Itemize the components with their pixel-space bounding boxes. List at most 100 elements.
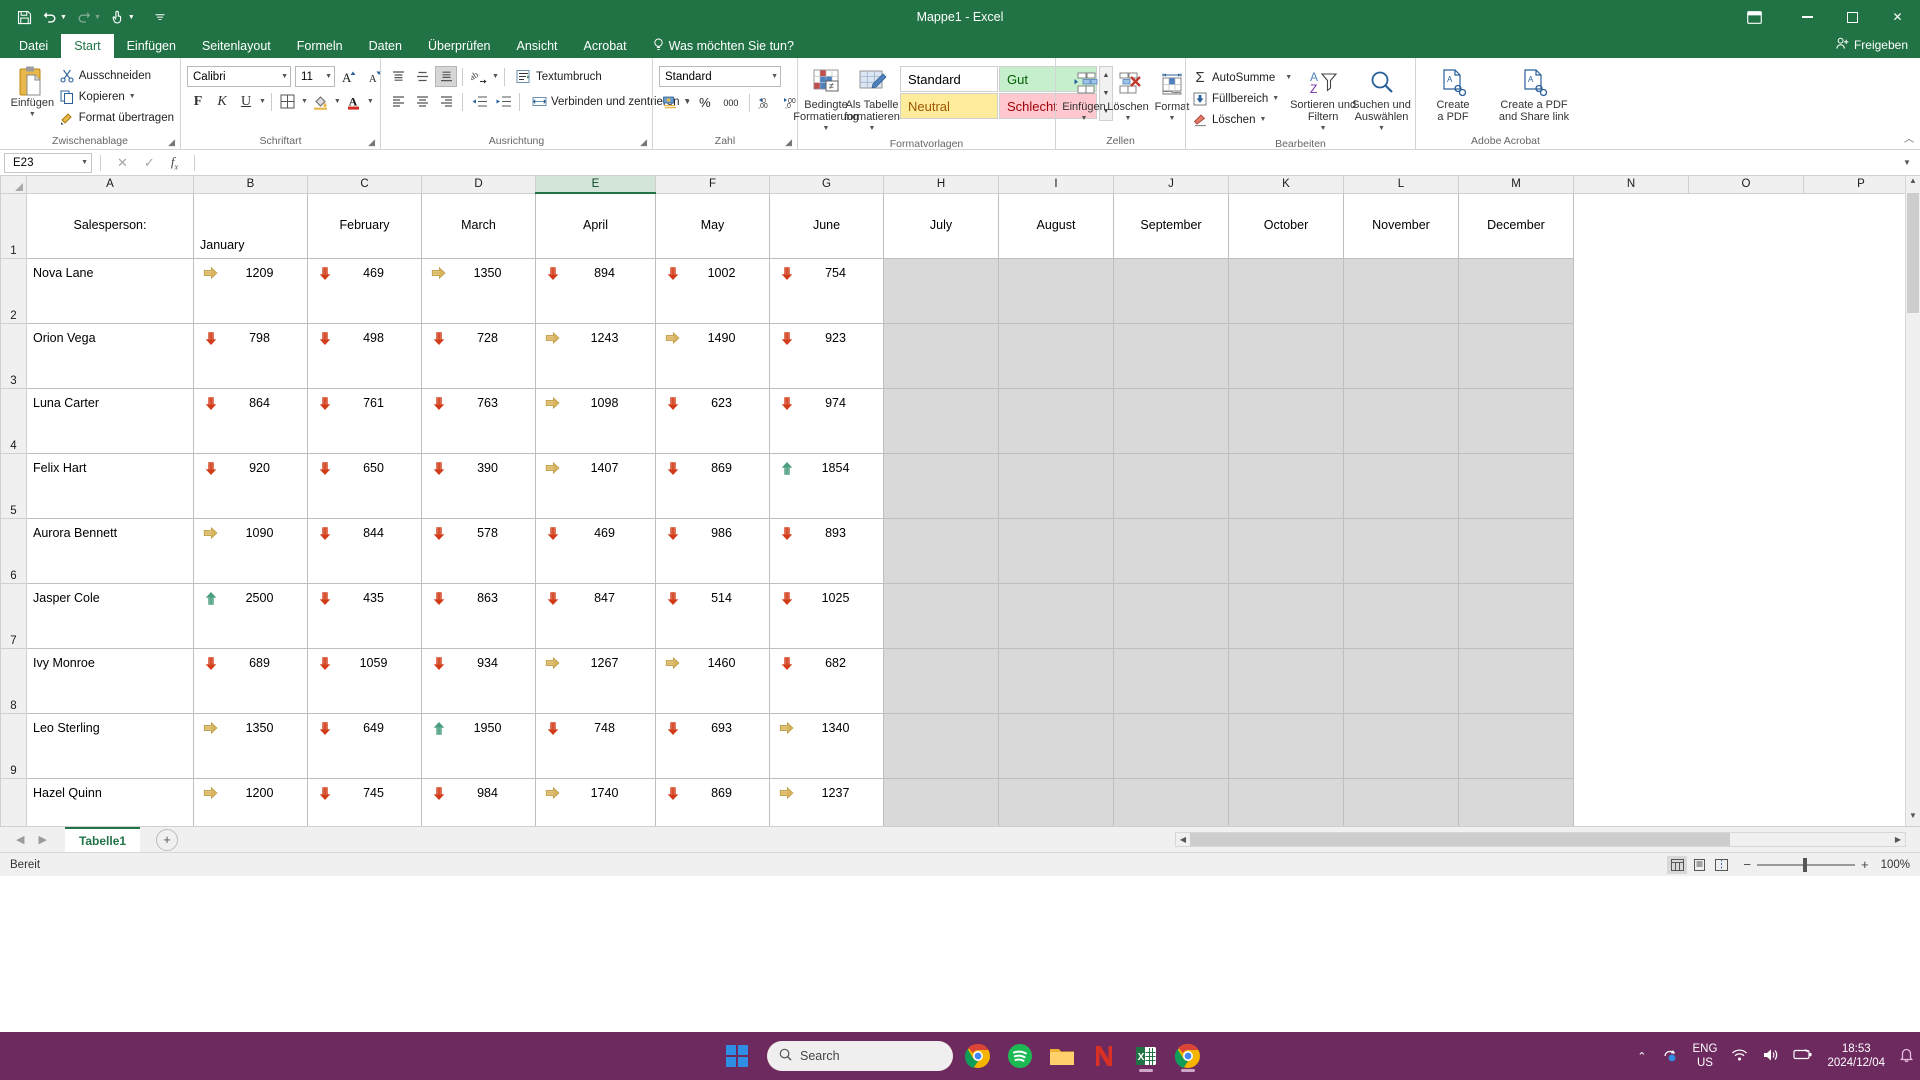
column-header-F[interactable]: F bbox=[655, 176, 770, 194]
cell-K8[interactable] bbox=[1228, 647, 1344, 714]
cell-D9[interactable]: 1950 bbox=[421, 712, 536, 779]
cell-L8[interactable] bbox=[1343, 647, 1459, 714]
cell-I9[interactable] bbox=[998, 712, 1114, 779]
customize-qat-icon[interactable] bbox=[148, 5, 172, 29]
tab-daten[interactable]: Daten bbox=[356, 34, 415, 58]
column-header-K[interactable]: K bbox=[1228, 176, 1344, 194]
cell-A8[interactable]: Ivy Monroe bbox=[26, 647, 194, 714]
scroll-up-icon[interactable]: ▲ bbox=[1906, 176, 1920, 191]
cell-I5[interactable] bbox=[998, 452, 1114, 519]
cell-B6[interactable]: 1090 bbox=[193, 517, 308, 584]
hscroll-left-icon[interactable]: ◀ bbox=[1176, 835, 1190, 844]
zoom-slider[interactable]: − + bbox=[1743, 857, 1868, 872]
find-select-dropdown-icon[interactable]: ▼ bbox=[1378, 123, 1385, 135]
sort-filter-dropdown-icon[interactable]: ▼ bbox=[1320, 123, 1327, 135]
taskbar-search-box[interactable]: Search bbox=[767, 1041, 953, 1071]
cell-I2[interactable] bbox=[998, 257, 1114, 324]
format-painter-button[interactable]: Format übertragen bbox=[59, 107, 174, 128]
tab-ansicht[interactable]: Ansicht bbox=[504, 34, 571, 58]
cell-A10[interactable]: Hazel Quinn bbox=[26, 777, 194, 826]
borders-button[interactable] bbox=[277, 91, 299, 112]
cell-P1[interactable] bbox=[1803, 193, 1919, 258]
cell-N7[interactable] bbox=[1573, 583, 1689, 648]
tab-acrobat[interactable]: Acrobat bbox=[571, 34, 640, 58]
font-size-dropdown-icon[interactable]: ▼ bbox=[325, 73, 332, 80]
fill-color-button[interactable] bbox=[310, 91, 332, 112]
column-header-A[interactable]: A bbox=[26, 176, 194, 194]
cell-M10[interactable] bbox=[1458, 777, 1574, 826]
tab-seitenlayout[interactable]: Seitenlayout bbox=[189, 34, 284, 58]
taskbar-clock[interactable]: 18:53 2024/12/04 bbox=[1827, 1042, 1885, 1070]
column-header-L[interactable]: L bbox=[1343, 176, 1459, 194]
increase-font-size-button[interactable]: A bbox=[339, 66, 361, 87]
font-color-dropdown-icon[interactable]: ▼ bbox=[367, 98, 374, 105]
cell-O8[interactable] bbox=[1688, 648, 1804, 713]
cell-C7[interactable]: 435 bbox=[307, 582, 422, 649]
cell-K1[interactable]: October bbox=[1228, 192, 1344, 259]
cell-C5[interactable]: 650 bbox=[307, 452, 422, 519]
cell-O5[interactable] bbox=[1688, 453, 1804, 518]
cell-G5[interactable]: 1854 bbox=[769, 452, 884, 519]
formula-input[interactable] bbox=[203, 153, 1898, 173]
cell-M4[interactable] bbox=[1458, 387, 1574, 454]
cell-D7[interactable]: 863 bbox=[421, 582, 536, 649]
font-dialog-launcher[interactable]: ◢ bbox=[368, 137, 375, 148]
cell-E10[interactable]: 1740 bbox=[535, 777, 656, 826]
cell-C4[interactable]: 761 bbox=[307, 387, 422, 454]
orientation-button[interactable]: ab bbox=[468, 66, 490, 87]
start-button[interactable] bbox=[715, 1045, 759, 1067]
orientation-dropdown-icon[interactable]: ▼ bbox=[492, 73, 499, 80]
column-header-B[interactable]: B bbox=[193, 176, 308, 194]
clipboard-dialog-launcher[interactable]: ◢ bbox=[168, 137, 175, 148]
taskbar-app-excel[interactable]: X bbox=[1129, 1039, 1163, 1073]
copy-dropdown-icon[interactable]: ▼ bbox=[129, 93, 136, 100]
cell-L6[interactable] bbox=[1343, 517, 1459, 584]
paste-button[interactable]: Einfügen ▼ bbox=[6, 63, 59, 123]
row-header-3[interactable]: 3 bbox=[0, 322, 27, 389]
cell-C1[interactable]: February bbox=[307, 192, 422, 259]
column-header-H[interactable]: H bbox=[883, 176, 999, 194]
add-sheet-button[interactable]: + bbox=[156, 828, 179, 851]
cell-J6[interactable] bbox=[1113, 517, 1229, 584]
cell-E3[interactable]: 1243 bbox=[535, 322, 656, 389]
cell-K5[interactable] bbox=[1228, 452, 1344, 519]
cell-style-standard[interactable]: Standard bbox=[900, 66, 998, 92]
cell-D10[interactable]: 984 bbox=[421, 777, 536, 826]
fill-button[interactable]: Füllbereich ▼ bbox=[1192, 88, 1292, 109]
cell-J2[interactable] bbox=[1113, 257, 1229, 324]
cell-F9[interactable]: 693 bbox=[655, 712, 770, 779]
cell-D4[interactable]: 763 bbox=[421, 387, 536, 454]
cell-B9[interactable]: 1350 bbox=[193, 712, 308, 779]
cell-C2[interactable]: 469 bbox=[307, 257, 422, 324]
percent-style-button[interactable]: % bbox=[694, 92, 716, 113]
cell-J9[interactable] bbox=[1113, 712, 1229, 779]
cell-H8[interactable] bbox=[883, 647, 999, 714]
taskbar-app-spotify[interactable] bbox=[1003, 1039, 1037, 1073]
underline-dropdown-icon[interactable]: ▼ bbox=[259, 98, 266, 105]
cell-F4[interactable]: 623 bbox=[655, 387, 770, 454]
column-header-I[interactable]: I bbox=[998, 176, 1114, 194]
name-box[interactable]: E23 ▼ bbox=[4, 152, 92, 173]
cell-N9[interactable] bbox=[1573, 713, 1689, 778]
zoom-in-icon[interactable]: + bbox=[1861, 857, 1869, 872]
cell-H2[interactable] bbox=[883, 257, 999, 324]
cell-K9[interactable] bbox=[1228, 712, 1344, 779]
increase-indent-button[interactable] bbox=[492, 91, 514, 112]
cell-E6[interactable]: 469 bbox=[535, 517, 656, 584]
close-button[interactable]: ✕ bbox=[1875, 0, 1920, 34]
cell-G1[interactable]: June bbox=[769, 192, 884, 259]
cell-C6[interactable]: 844 bbox=[307, 517, 422, 584]
tab-datei[interactable]: Datei bbox=[6, 34, 61, 58]
tab-start[interactable]: Start bbox=[61, 34, 114, 58]
cell-P8[interactable] bbox=[1803, 648, 1919, 713]
cell-P3[interactable] bbox=[1803, 323, 1919, 388]
row-header-1[interactable]: 1 bbox=[0, 192, 27, 259]
cell-P4[interactable] bbox=[1803, 388, 1919, 453]
cell-B8[interactable]: 689 bbox=[193, 647, 308, 714]
cell-O4[interactable] bbox=[1688, 388, 1804, 453]
cell-F8[interactable]: 1460 bbox=[655, 647, 770, 714]
cell-J3[interactable] bbox=[1113, 322, 1229, 389]
zoom-out-icon[interactable]: − bbox=[1743, 857, 1751, 872]
cell-D1[interactable]: March bbox=[421, 192, 536, 259]
collapse-ribbon-icon[interactable]: ︿ bbox=[1904, 130, 1914, 145]
